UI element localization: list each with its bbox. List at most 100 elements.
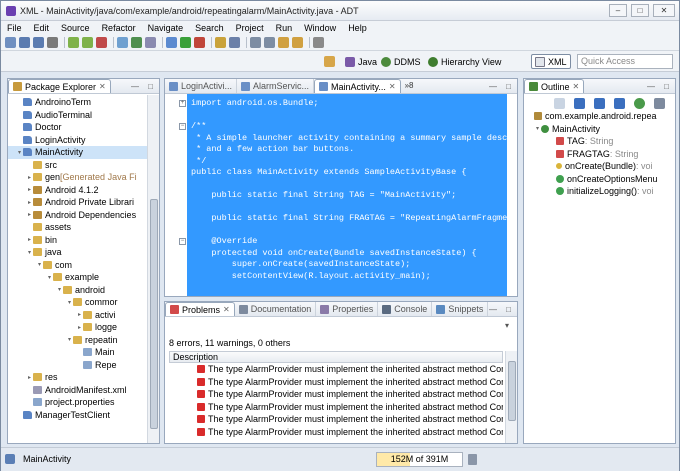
menu-navigate[interactable]: Navigate — [142, 21, 190, 35]
new-class-icon[interactable] — [131, 37, 142, 48]
view-menu-icon[interactable]: ▾ — [505, 321, 509, 330]
tree-item-audioterminal[interactable]: AudioTerminal — [8, 109, 92, 122]
prev-annotation-icon[interactable] — [264, 37, 275, 48]
tree-item-project-properties[interactable]: project.properties — [8, 396, 115, 409]
tree-item-assets[interactable]: assets — [8, 221, 71, 234]
new-android-project-icon[interactable] — [117, 37, 128, 48]
collapsed-twisty-icon[interactable]: ▸ — [26, 186, 33, 193]
maximize-editor-icon[interactable]: □ — [506, 82, 511, 91]
collapse-fold-icon[interactable]: − — [179, 238, 186, 245]
close-button[interactable]: ✕ — [653, 4, 675, 17]
garbage-collect-icon[interactable] — [468, 454, 477, 465]
expanded-twisty-icon[interactable]: ▾ — [66, 299, 73, 306]
back-icon[interactable] — [278, 37, 289, 48]
menu-refactor[interactable]: Refactor — [96, 21, 142, 35]
lint-icon[interactable] — [96, 37, 107, 48]
menu-run[interactable]: Run — [270, 21, 299, 35]
problem-row[interactable]: The type AlarmProvider must implement th… — [169, 413, 503, 426]
tree-item-doctor[interactable]: Doctor — [8, 121, 62, 134]
forward-icon[interactable] — [292, 37, 303, 48]
quick-access-input[interactable]: Quick Access — [577, 54, 673, 69]
tree-item-repeatin[interactable]: ▾ repeatin — [8, 334, 118, 347]
tree-item-loginactivity[interactable]: LoginActivity — [8, 134, 86, 147]
maximize-problems-icon[interactable]: □ — [506, 305, 511, 314]
tree-item-android-dependencies[interactable]: ▸ Android Dependencies — [8, 209, 136, 222]
problem-row[interactable]: The type AlarmProvider must implement th… — [169, 388, 503, 401]
close-icon[interactable]: ✕ — [389, 82, 396, 91]
problem-row[interactable]: The type AlarmProvider must implement th… — [169, 376, 503, 389]
tree-item-activi[interactable]: ▸ activi — [8, 309, 116, 322]
minimize-button[interactable]: – — [609, 4, 627, 17]
next-annotation-icon[interactable] — [250, 37, 261, 48]
hide-fields-icon[interactable] — [574, 98, 585, 109]
link-with-editor-icon[interactable] — [654, 98, 665, 109]
run-icon[interactable] — [180, 37, 191, 48]
tree-item-android-private-librari[interactable]: ▸ Android Private Librari — [8, 196, 134, 209]
menu-window[interactable]: Window — [298, 21, 342, 35]
hide-static-icon[interactable] — [594, 98, 605, 109]
maximize-view-icon[interactable]: □ — [148, 82, 153, 91]
perspective-ddms[interactable]: DDMS — [378, 54, 424, 69]
open-type-icon[interactable] — [215, 37, 226, 48]
tree-item-commor[interactable]: ▾ commor — [8, 296, 118, 309]
tree-item-src[interactable]: src — [8, 159, 57, 172]
expanded-twisty-icon[interactable]: ▾ — [46, 274, 53, 281]
tree-item-com[interactable]: ▾ com — [8, 259, 72, 272]
save-icon[interactable] — [19, 37, 30, 48]
tree-item-gen[interactable]: ▸ gen [Generated Java Fi — [8, 171, 137, 184]
expanded-twisty-icon[interactable]: ▾ — [26, 249, 33, 256]
outline-item-mainactivity[interactable]: ▾ MainActivity — [534, 123, 600, 136]
tab-loginactivi[interactable]: LoginActivi... — [165, 79, 238, 93]
collapsed-twisty-icon[interactable]: ▸ — [26, 174, 33, 181]
perspective-hierarchy-view[interactable]: Hierarchy View — [425, 54, 504, 69]
collapsed-twisty-icon[interactable]: ▸ — [26, 236, 33, 243]
close-icon[interactable]: ✕ — [223, 305, 230, 314]
tree-item-main[interactable]: Main — [8, 346, 115, 359]
save-all-icon[interactable] — [33, 37, 44, 48]
collapsed-twisty-icon[interactable]: ▸ — [26, 374, 33, 381]
outline-item-com-example-android-repea[interactable]: com.example.android.repea — [534, 110, 657, 123]
tree-item-repe[interactable]: Repe — [8, 359, 117, 372]
code-editor[interactable]: import android.os.Bundle; /** * A simple … — [165, 94, 517, 296]
tab-package-explorer[interactable]: Package Explorer ✕ — [8, 79, 111, 93]
outline-item-tag[interactable]: TAG : String — [556, 135, 613, 148]
tree-item-android-4-1-2[interactable]: ▸ Android 4.1.2 — [8, 184, 99, 197]
hide-local-types-icon[interactable] — [634, 98, 645, 109]
outline-item-oncreateoptionsmenu[interactable]: onCreateOptionsMenu — [556, 173, 658, 186]
problem-row[interactable]: The type AlarmProvider must implement th… — [169, 426, 503, 439]
expanded-twisty-icon[interactable]: ▾ — [66, 336, 73, 343]
tree-item-mainactivity[interactable]: ▾ MainActivity — [8, 146, 147, 159]
expanded-twisty-icon[interactable]: ▾ — [56, 286, 63, 293]
tab-mainactivity[interactable]: MainActivity... ✕ — [314, 79, 401, 93]
tab-snippets[interactable]: Snippets — [432, 302, 489, 316]
collapsed-twisty-icon[interactable]: ▸ — [26, 211, 33, 218]
expanded-twisty-icon[interactable]: ▾ — [36, 261, 43, 268]
debug-icon[interactable] — [166, 37, 177, 48]
tree-item-res[interactable]: ▸ res — [8, 371, 58, 384]
menu-project[interactable]: Project — [230, 21, 270, 35]
tab-console[interactable]: Console — [378, 302, 433, 316]
search-icon[interactable] — [229, 37, 240, 48]
tree-item-android[interactable]: ▾ android — [8, 284, 105, 297]
expand-fold-icon[interactable]: + — [179, 100, 186, 107]
close-icon[interactable]: ✕ — [99, 82, 106, 91]
avd-manager-icon[interactable] — [82, 37, 93, 48]
minimize-view-icon[interactable]: — — [131, 82, 139, 91]
perspective-java[interactable]: Java — [342, 54, 380, 69]
tab-outline[interactable]: Outline ✕ — [524, 79, 585, 93]
tree-item-example[interactable]: ▾ example — [8, 271, 99, 284]
minimize-editor-icon[interactable]: — — [489, 82, 497, 91]
menu-help[interactable]: Help — [342, 21, 373, 35]
collapsed-twisty-icon[interactable]: ▸ — [76, 311, 83, 318]
maximize-button[interactable]: □ — [631, 4, 649, 17]
collapse-fold-icon[interactable]: − — [179, 123, 186, 130]
description-column-header[interactable]: Description — [169, 351, 503, 363]
selected-code-area[interactable]: import android.os.Bundle; /** * A simple … — [187, 94, 507, 296]
minimize-outline-icon[interactable]: — — [647, 82, 655, 91]
outline-item-oncreate-bundle[interactable]: onCreate(Bundle) : voi — [554, 160, 653, 173]
tab-alarmservic[interactable]: AlarmServic... — [237, 79, 315, 93]
heap-status[interactable]: 152M of 391M — [376, 452, 463, 467]
hide-non-public-icon[interactable] — [614, 98, 625, 109]
android-sdk-icon[interactable] — [68, 37, 79, 48]
tree-item-java[interactable]: ▾ java — [8, 246, 62, 259]
